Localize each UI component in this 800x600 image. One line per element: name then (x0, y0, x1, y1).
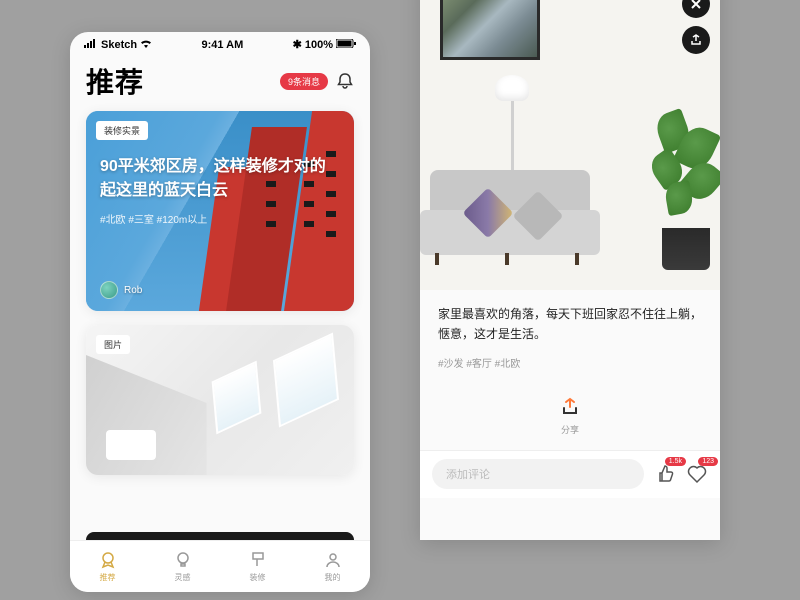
medal-icon (98, 550, 118, 570)
wall-art (440, 0, 540, 60)
phone-feed-screen: Sketch 9:41 AM ✱ 100% 推荐 9条消息 (70, 32, 370, 592)
comment-bar: 添加评论 1.5k 123 (420, 450, 720, 498)
tab-label: 推荐 (100, 572, 116, 583)
battery-icon (336, 39, 356, 51)
tab-recommend[interactable]: 推荐 (70, 541, 145, 592)
tab-decoration[interactable]: 装修 (220, 541, 295, 592)
phone-detail-screen: 家里最喜欢的角落，每天下班回家忍不住往上躺，惬意，这才是生活。 #沙发 #客厅 … (420, 0, 720, 540)
comment-input[interactable]: 添加评论 (432, 459, 644, 489)
tab-label: 装修 (250, 572, 266, 583)
tab-label: 我的 (325, 572, 341, 583)
person-icon (323, 550, 343, 570)
favorite-count: 123 (698, 457, 718, 466)
tab-bar: 推荐 灵感 装修 我的 (70, 540, 370, 592)
tab-mine[interactable]: 我的 (295, 541, 370, 592)
potted-plant (662, 228, 710, 270)
detail-tags[interactable]: #沙发 #客厅 #北欧 (438, 355, 702, 370)
feed-list: 装修实景 90平米郊区房，这样装修才对的起这里的蓝天白云 #北欧 #三室 #12… (70, 111, 370, 475)
card-peek[interactable] (86, 532, 354, 540)
favorite-button[interactable]: 123 (686, 463, 708, 485)
card-tags: #北欧 #三室 #120m以上 (100, 211, 340, 226)
card-category-chip: 装修实景 (96, 121, 148, 140)
time-label: 9:41 AM (201, 39, 243, 51)
share-section: 分享 (420, 380, 720, 450)
status-bar: Sketch 9:41 AM ✱ 100% (70, 32, 370, 53)
page-header: 推荐 9条消息 (70, 53, 370, 111)
tab-label: 灵感 (175, 572, 191, 583)
signal-icon (84, 38, 98, 51)
sofa (420, 170, 615, 265)
avatar (100, 281, 118, 299)
tab-inspiration[interactable]: 灵感 (145, 541, 220, 592)
feed-card-image[interactable]: 图片 (86, 325, 354, 475)
card-author[interactable]: Rob (100, 281, 142, 299)
detail-body: 家里最喜欢的角落，每天下班回家忍不住往上躺，惬意，这才是生活。 #沙发 #客厅 … (420, 290, 720, 380)
carrier-label: Sketch (101, 39, 137, 51)
brush-icon (248, 550, 268, 570)
message-badge[interactable]: 9条消息 (280, 73, 328, 90)
battery-label: 100% (305, 39, 333, 51)
detail-hero-image (420, 0, 720, 290)
export-button[interactable] (682, 26, 710, 54)
author-name: Rob (124, 285, 142, 296)
bluetooth-icon: ✱ (293, 38, 302, 51)
close-button[interactable] (682, 0, 710, 18)
detail-description: 家里最喜欢的角落，每天下班回家忍不住往上躺，惬意，这才是生活。 (438, 304, 702, 345)
card-title: 90平米郊区房，这样装修才对的起这里的蓝天白云 (100, 155, 340, 203)
bulb-icon (173, 550, 193, 570)
feed-card-hero[interactable]: 装修实景 90平米郊区房，这样装修才对的起这里的蓝天白云 #北欧 #三室 #12… (86, 111, 354, 311)
like-button[interactable]: 1.5k (654, 463, 676, 485)
share-button[interactable]: 分享 (559, 396, 581, 436)
page-title: 推荐 (86, 61, 144, 101)
like-count: 1.5k (665, 457, 686, 466)
share-label: 分享 (561, 423, 579, 436)
wifi-icon (140, 39, 152, 51)
bell-icon[interactable] (336, 72, 354, 90)
card-category-chip: 图片 (96, 335, 130, 354)
